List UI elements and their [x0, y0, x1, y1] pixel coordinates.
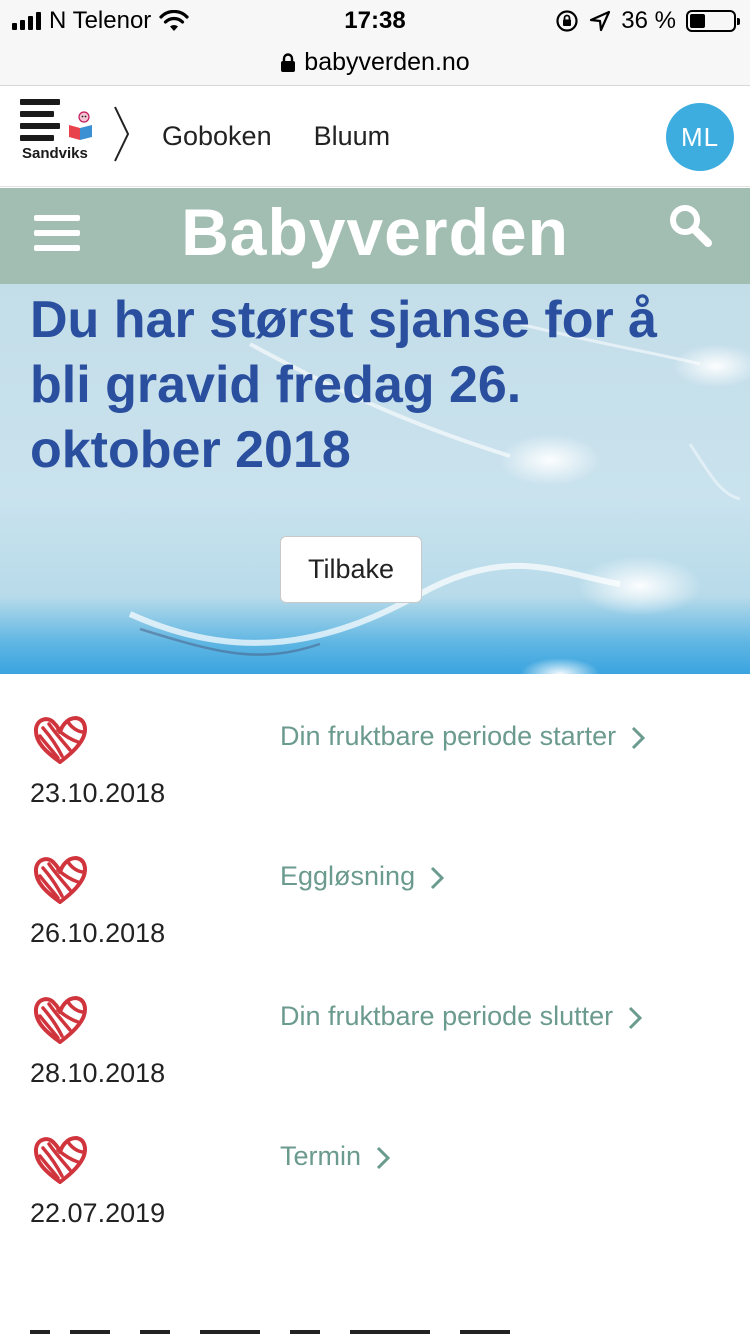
- brand-bar: Babyverden: [0, 188, 750, 284]
- lock-icon: [281, 52, 296, 72]
- sandviks-nav: Goboken Bluum: [162, 121, 390, 152]
- brand-title[interactable]: Babyverden: [0, 194, 750, 270]
- list-item-link[interactable]: Eggløsning: [280, 858, 700, 895]
- sandviks-logo-label: Sandviks: [22, 145, 88, 162]
- url-text[interactable]: babyverden.no: [304, 48, 469, 77]
- hero-title: Du har størst sjanse for å bli gravid fr…: [30, 291, 658, 479]
- url-bar[interactable]: babyverden.no: [0, 40, 750, 86]
- chevron-right-icon: [376, 1146, 390, 1169]
- list-item-date: 28.10.2018: [30, 1058, 166, 1088]
- hero-banner: Du har størst sjanse for å bli gravid fr…: [0, 284, 750, 674]
- chevron-right-icon: [631, 726, 645, 749]
- rotation-lock-icon: [556, 10, 578, 32]
- list-item: 28.10.2018 Din fruktbare periode slutter: [0, 954, 750, 1094]
- list-item-date: 23.10.2018: [30, 778, 166, 808]
- list-item-date: 26.10.2018: [30, 918, 166, 948]
- heart-icon: [33, 716, 87, 764]
- breadcrumb-separator-icon: [114, 106, 130, 162]
- sandviks-header: Sandviks Goboken Bluum ML: [0, 87, 750, 187]
- nav-link-bluum[interactable]: Bluum: [314, 121, 391, 152]
- back-button[interactable]: Tilbake: [280, 536, 422, 603]
- heart-icon: [33, 1136, 87, 1184]
- chevron-right-icon: [628, 1006, 642, 1029]
- user-avatar[interactable]: ML: [666, 103, 734, 171]
- cut-off-footer-text: [30, 1330, 510, 1334]
- chevron-right-icon: [430, 866, 444, 889]
- status-bar: N Telenor 17:38 36 %: [0, 0, 750, 40]
- list-item: 26.10.2018 Eggløsning: [0, 814, 750, 954]
- list-item-link[interactable]: Termin: [280, 1138, 700, 1175]
- list-item: 22.07.2019 Termin: [0, 1094, 750, 1234]
- search-icon[interactable]: [668, 203, 714, 249]
- list-item-date: 22.07.2019: [30, 1198, 166, 1228]
- battery-percent: 36 %: [621, 7, 676, 34]
- heart-icon: [33, 996, 87, 1044]
- list-item-link[interactable]: Din fruktbare periode starter: [280, 718, 700, 755]
- sandviks-logo[interactable]: Sandviks: [20, 97, 100, 173]
- heart-icon: [33, 856, 87, 904]
- battery-icon: [686, 10, 740, 32]
- book-child-icon: [69, 111, 92, 140]
- list-item: 23.10.2018 Din fruktbare periode starter: [0, 674, 750, 814]
- nav-link-goboken[interactable]: Goboken: [162, 121, 272, 152]
- location-icon: [590, 10, 611, 32]
- list-item-link[interactable]: Din fruktbare periode slutter: [280, 998, 700, 1035]
